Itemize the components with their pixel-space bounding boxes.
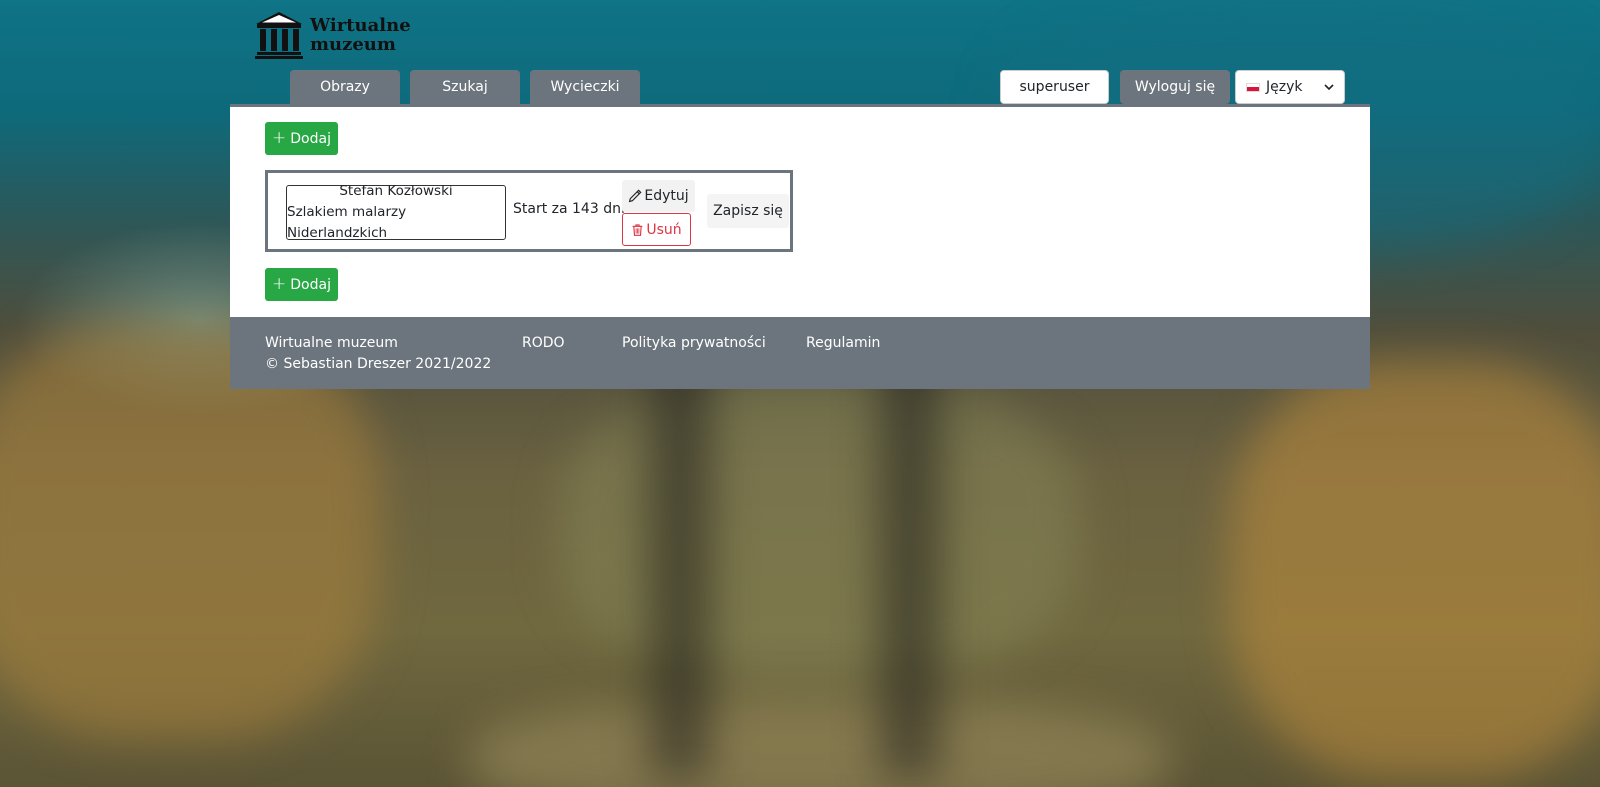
edit-trip-button[interactable]: Edytuj xyxy=(622,180,695,212)
delete-label: Usuń xyxy=(646,221,682,238)
add-label: Dodaj xyxy=(290,276,331,293)
delete-trip-button[interactable]: Usuń xyxy=(622,213,691,246)
site-logo[interactable]: Wirtualne muzeum xyxy=(254,10,411,60)
logout-button[interactable]: Wyloguj się xyxy=(1120,70,1230,104)
footer-site-name: Wirtualne muzeum xyxy=(265,335,398,351)
logo-line-2: muzeum xyxy=(310,34,396,55)
trip-guide: Stefan Kozłowski xyxy=(339,183,453,199)
trip-start-countdown: Start za 143 dni xyxy=(513,201,625,217)
edit-label: Edytuj xyxy=(644,188,689,204)
museum-building-icon xyxy=(255,12,303,59)
plus-icon: + xyxy=(272,128,287,148)
signup-trip-button[interactable]: Zapisz się xyxy=(707,194,789,228)
plus-icon: + xyxy=(272,274,287,294)
trip-info-box[interactable]: Stefan Kozłowski Szlakiem malarzy Niderl… xyxy=(286,183,506,241)
footer-link-terms[interactable]: Regulamin xyxy=(806,335,880,351)
footer-link-privacy[interactable]: Polityka prywatności xyxy=(622,335,766,351)
trip-card: Stefan Kozłowski Szlakiem malarzy Niderl… xyxy=(265,170,793,252)
footer: Wirtualne muzeum © Sebastian Dreszer 202… xyxy=(230,317,1370,389)
chevron-down-icon xyxy=(1324,81,1334,94)
add-label: Dodaj xyxy=(290,130,331,147)
pencil-icon xyxy=(629,189,642,203)
trash-icon xyxy=(632,223,643,236)
language-label: Język xyxy=(1266,79,1303,95)
tab-szukaj[interactable]: Szukaj xyxy=(410,70,520,104)
footer-copyright: © Sebastian Dreszer 2021/2022 xyxy=(265,356,492,372)
add-trip-button-top[interactable]: + Dodaj xyxy=(265,122,338,155)
language-select[interactable]: Język xyxy=(1235,70,1345,104)
poland-flag-icon xyxy=(1246,82,1260,92)
logo-line-1: Wirtualne xyxy=(310,15,411,36)
logo-text: Wirtualne muzeum xyxy=(310,16,411,54)
add-trip-button-bottom[interactable]: + Dodaj xyxy=(265,268,338,301)
username-display[interactable]: superuser xyxy=(1000,70,1109,104)
tab-obrazy[interactable]: Obrazy xyxy=(290,70,400,104)
tab-wycieczki[interactable]: Wycieczki xyxy=(530,70,640,104)
footer-link-rodo[interactable]: RODO xyxy=(522,335,565,351)
trip-title: Szlakiem malarzy Niderlandzkich xyxy=(287,204,407,241)
